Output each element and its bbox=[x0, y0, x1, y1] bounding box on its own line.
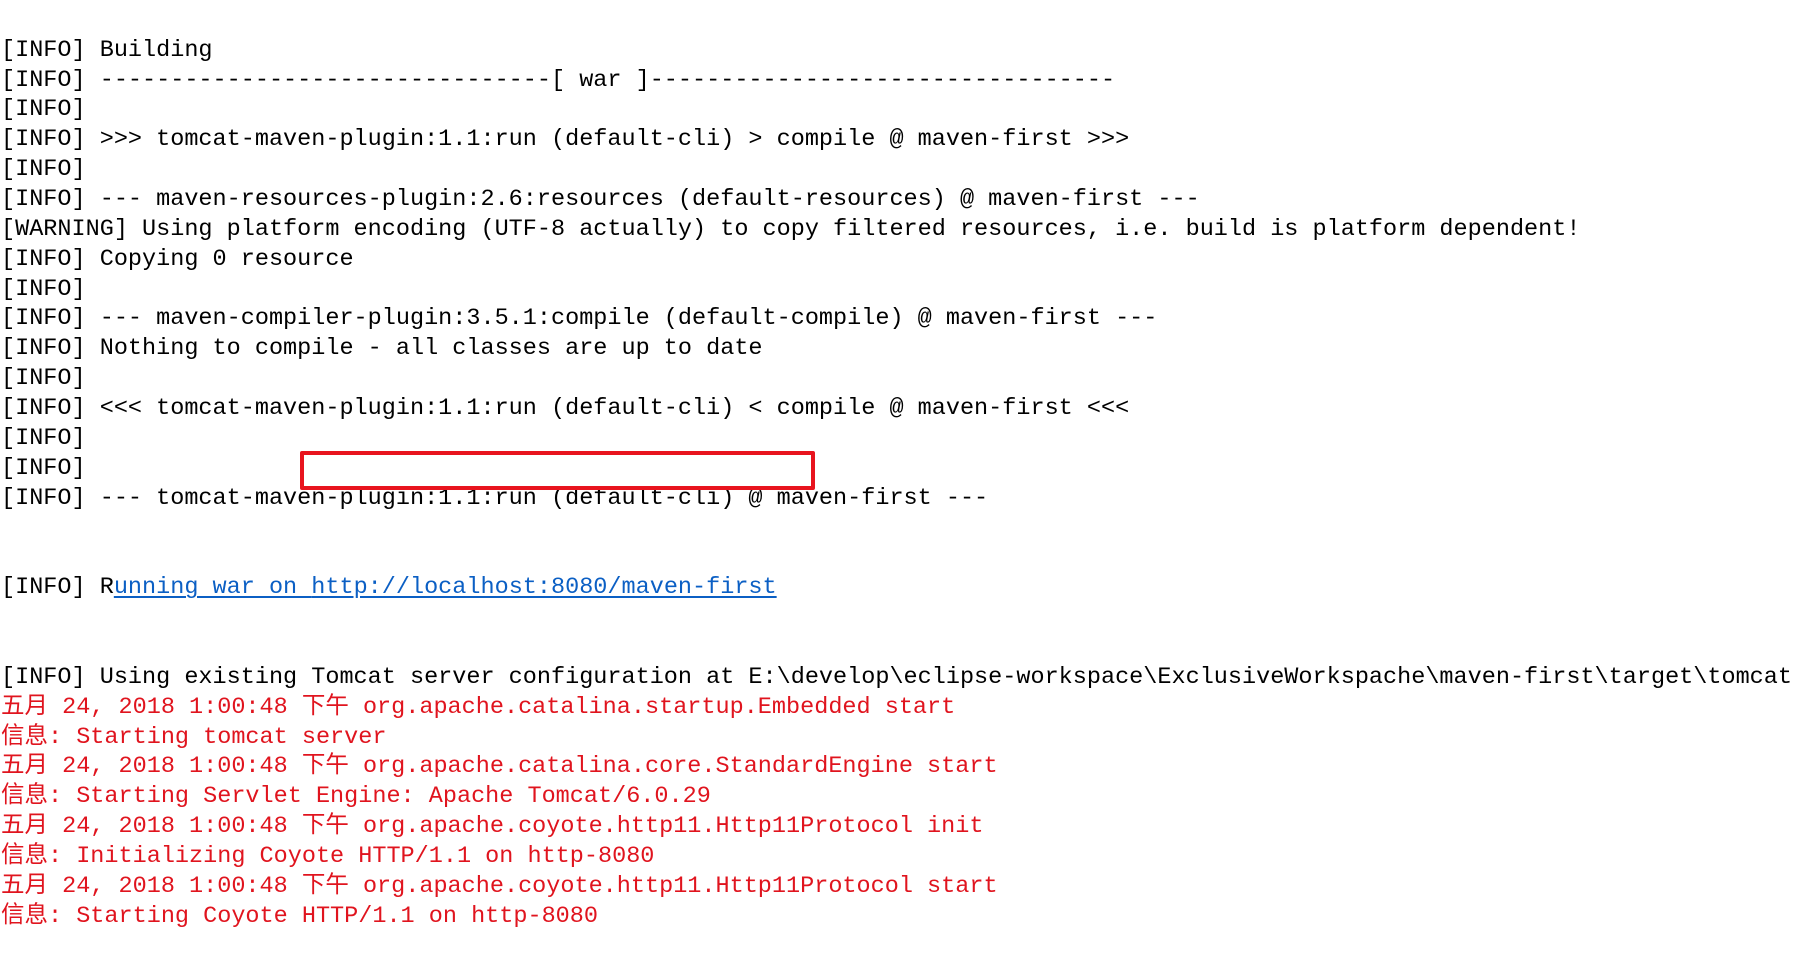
console-line-stderr: 五月 24, 2018 1:00:48 下午 org.apache.coyote… bbox=[1, 872, 998, 900]
console-line-stderr: 信息: Starting Coyote HTTP/1.1 on http-808… bbox=[1, 902, 598, 930]
console-line-info: [INFO] --- maven-resources-plugin:2.6:re… bbox=[1, 186, 1200, 214]
console-output: [INFO] Building [INFO] ------------------… bbox=[1, 0, 1792, 961]
console-line-info: [INFO] bbox=[1, 96, 86, 124]
console-line-stderr: 信息: Starting tomcat server bbox=[1, 723, 387, 751]
console-line-stderr: 信息: Starting Servlet Engine: Apache Tomc… bbox=[1, 783, 711, 811]
console-line-info: [INFO] bbox=[1, 156, 86, 184]
console-line-info: [INFO] --- tomcat-maven-plugin:1.1:run (… bbox=[1, 484, 989, 512]
console-line-info: [INFO] bbox=[1, 454, 86, 482]
console-lines-after: [INFO] Using existing Tomcat server conf… bbox=[1, 663, 1792, 932]
console-line-stderr: 信息: Initializing Coyote HTTP/1.1 on http… bbox=[1, 843, 655, 871]
console-line-info: [INFO] bbox=[1, 424, 86, 452]
console-line-running-war: [INFO] Running war on http://localhost:8… bbox=[1, 573, 1792, 603]
running-prefix: [INFO] R bbox=[1, 574, 114, 602]
console-line-info: [INFO] <<< tomcat-maven-plugin:1.1:run (… bbox=[1, 395, 1130, 423]
console-line-info: [INFO] bbox=[1, 275, 86, 303]
console-line-info: [INFO] Building bbox=[1, 36, 213, 64]
console-line-info: [INFO] Copying 0 resource bbox=[1, 245, 354, 273]
console-line-info: [INFO] >>> tomcat-maven-plugin:1.1:run (… bbox=[1, 126, 1130, 154]
console-line-stderr: 五月 24, 2018 1:00:48 下午 org.apache.coyote… bbox=[1, 813, 984, 841]
console-line-stderr: 五月 24, 2018 1:00:48 下午 org.apache.catali… bbox=[1, 753, 998, 781]
console-lines-before: [INFO] Building [INFO] ------------------… bbox=[1, 36, 1792, 514]
console-line-info: [INFO] --------------------------------[… bbox=[1, 66, 1116, 94]
console-line-info: [INFO] Using existing Tomcat server conf… bbox=[1, 663, 1792, 691]
console-line-info: [INFO] --- maven-compiler-plugin:3.5.1:c… bbox=[1, 305, 1158, 333]
running-link-lead[interactable]: unning war on bbox=[114, 574, 311, 601]
console-line-info: [INFO] Nothing to compile - all classes … bbox=[1, 335, 763, 363]
console-line-warning: [WARNING] Using platform encoding (UTF-8… bbox=[1, 215, 1581, 243]
console-line-stderr: 五月 24, 2018 1:00:48 下午 org.apache.catali… bbox=[1, 693, 956, 721]
console-line-info: [INFO] bbox=[1, 365, 86, 393]
localhost-url-link[interactable]: http://localhost:8080/maven-first bbox=[311, 574, 776, 601]
